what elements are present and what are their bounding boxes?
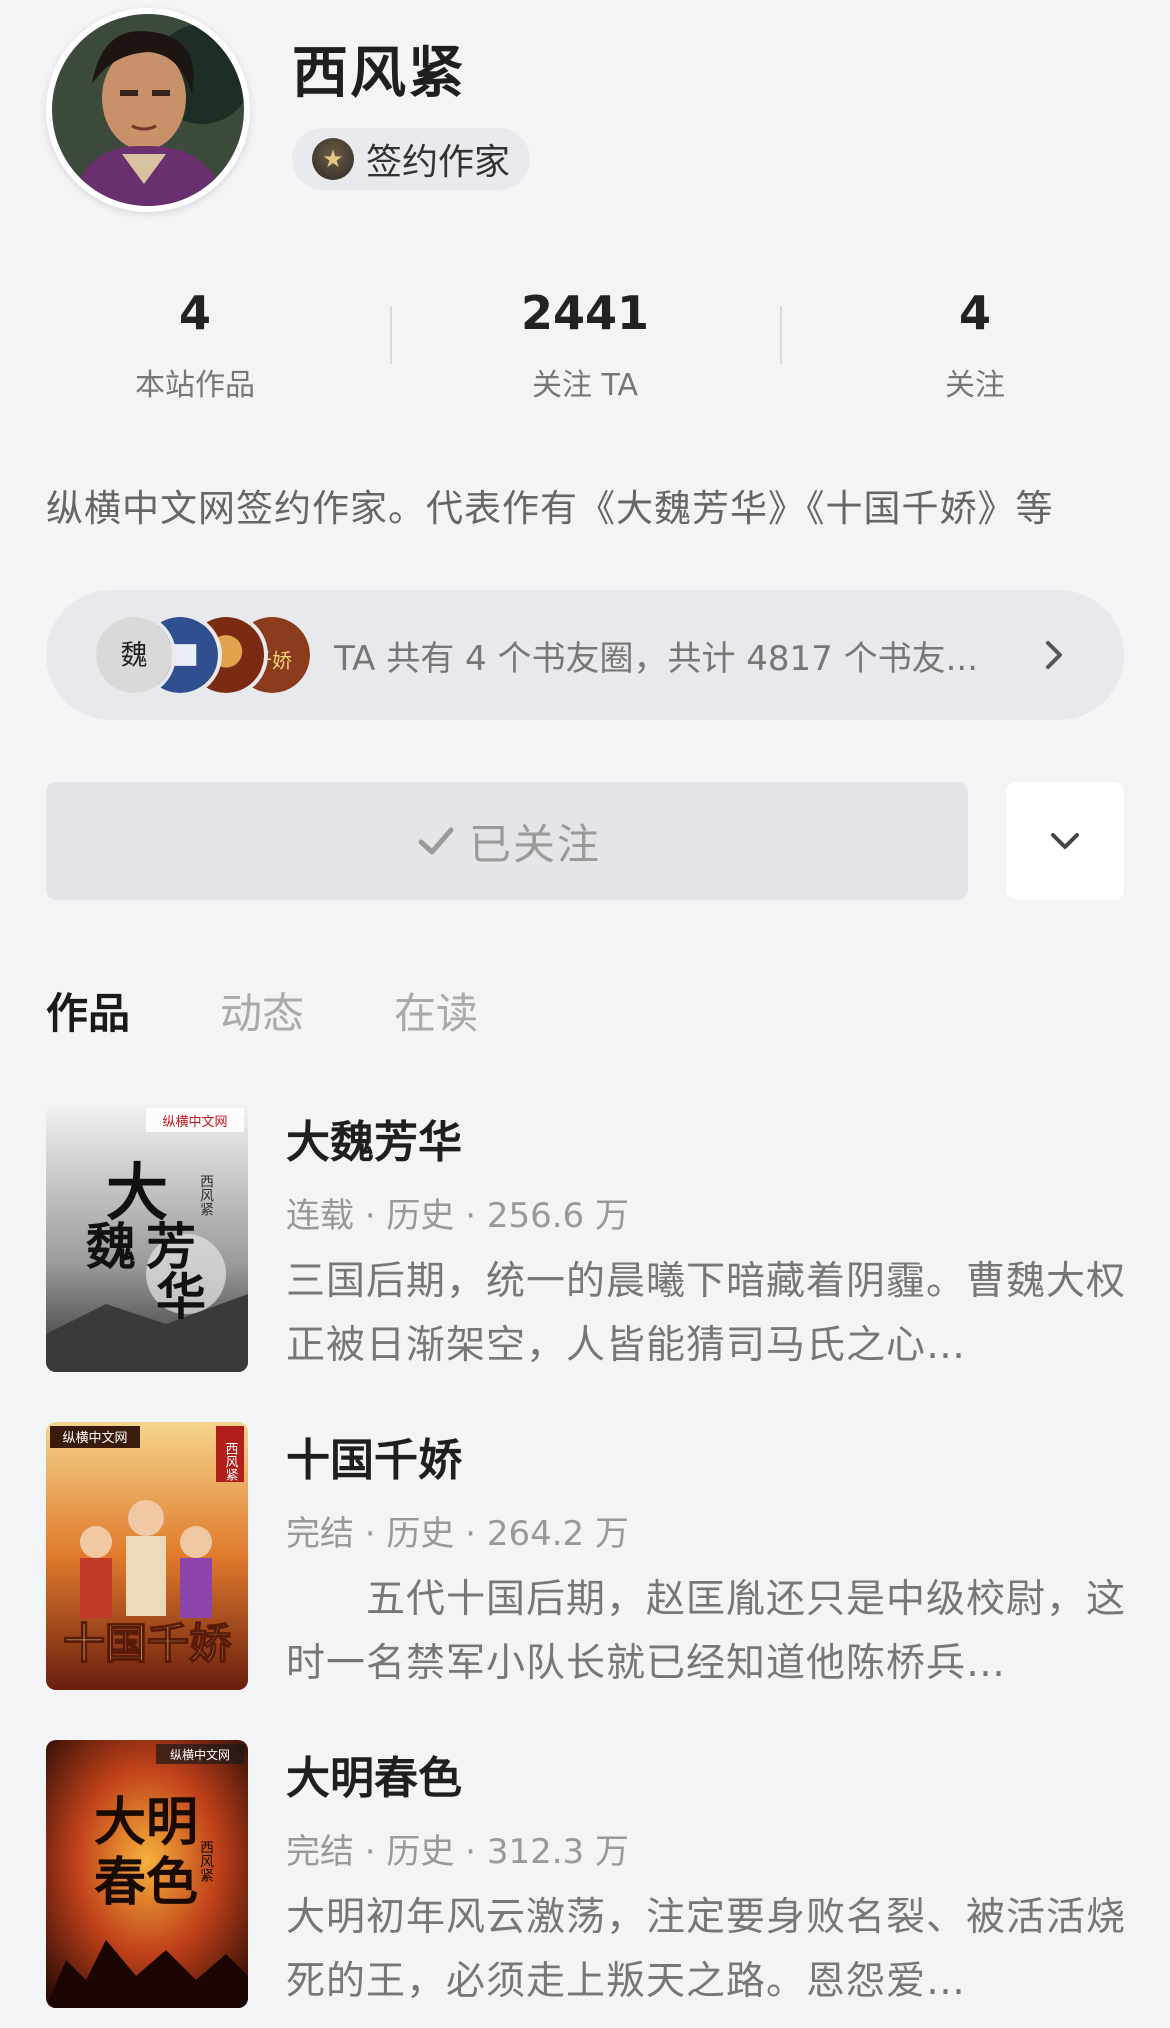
stat-works-value: 4 [178, 286, 211, 340]
followed-button[interactable]: 已关注 [46, 782, 968, 900]
author-avatar[interactable] [46, 8, 250, 212]
book-title[interactable]: 大魏芳华 [286, 1106, 462, 1170]
tab-reading[interactable]: 在读 [394, 980, 478, 1050]
stat-followers[interactable]: 2441 关注 TA [390, 282, 780, 412]
book-cover[interactable]: 纵横中文网 大明 春色 西风紧 [46, 1740, 248, 2008]
book-item[interactable]: 纵横中文网 大明 春色 西风紧 大明春色 完结 · 历史 · 312.3 万 大… [46, 1740, 1126, 2008]
stat-divider [390, 306, 392, 364]
stat-followers-value: 2441 [520, 286, 650, 340]
author-name: 西风紧 [292, 41, 466, 106]
book-description: 三国后期，统一的晨曦下暗藏着阴霾。曹魏大权正被日渐架空，人皆能猜司马氏之心… [286, 1259, 1126, 1368]
book-meta: 完结 · 历史 · 312.3 万 [286, 1832, 629, 1872]
circle-cover-stack: 魏 千娇 [92, 613, 314, 697]
stat-following-label: 关注 [945, 368, 1005, 403]
stat-works-label: 本站作品 [135, 368, 255, 403]
profile-tabs: 作品 动态 在读 [46, 980, 568, 1050]
tab-activity[interactable]: 动态 [220, 980, 304, 1050]
book-cover-image: 纵横中文网 大 魏 芳 华 西风紧 [46, 1104, 248, 1372]
author-profile-page: 西风紧 ★ 签约作家 4 本站作品 2441 关注 TA 4 关注 纵横中文网签… [0, 0, 1170, 2028]
stat-following[interactable]: 4 关注 [780, 282, 1170, 412]
book-circle-entry[interactable]: 魏 千娇 TA 共有 4 个书友圈，共计 4817 个书友... [46, 590, 1124, 720]
book-description: 大明初年风云激荡，注定要身败名裂、被活活烧死的王，必须走上叛天之路。恩怨爱… [286, 1895, 1126, 2004]
check-icon [418, 827, 454, 855]
book-item[interactable]: 纵横中文网 大 魏 芳 华 西风紧 大魏芳华 连载 · 历史 · 256.6 万… [46, 1104, 1126, 1372]
book-description: 五代十国后期，赵匡胤还只是中级校尉，这时一名禁军小队长就已经知道他陈桥兵… [286, 1577, 1126, 1686]
circle-cover-thumb: 魏 [92, 613, 176, 697]
cover-publisher: 纵横中文网 [170, 1747, 230, 1762]
followed-label: 已关注 [468, 819, 601, 869]
tab-works-label: 作品 [46, 989, 131, 1038]
book-cover[interactable]: 纵横中文网 大 魏 芳 华 西风紧 [46, 1104, 248, 1372]
svg-text:春色: 春色 [94, 1852, 198, 1913]
avatar-portrait-image [52, 14, 244, 206]
svg-text:十国千娇: 十国千娇 [63, 1619, 232, 1668]
cover-author: 西风紧 [198, 1840, 214, 1882]
svg-text:魏: 魏 [86, 1217, 136, 1276]
book-meta: 完结 · 历史 · 264.2 万 [286, 1514, 629, 1554]
book-cover-image: 纵横中文网 西风紧 十国千娇 [46, 1422, 248, 1690]
book-cover-image: 纵横中文网 大明 春色 西风紧 [46, 1740, 248, 2008]
book-circle-summary: TA 共有 4 个书友圈，共计 4817 个书友... [334, 638, 979, 679]
book-item[interactable]: 纵横中文网 西风紧 十国千娇 十国千娇 完结 · 历史 · 264.2 万 五代… [46, 1422, 1126, 1690]
tab-works[interactable]: 作品 [46, 980, 144, 1050]
author-bio: 纵横中文网签约作家。代表作有《大魏芳华》《十国千娇》等 [46, 487, 1054, 530]
book-meta: 连载 · 历史 · 256.6 万 [286, 1196, 629, 1236]
author-stats: 4 本站作品 2441 关注 TA 4 关注 [0, 282, 1170, 412]
book-cover[interactable]: 纵横中文网 西风紧 十国千娇 [46, 1422, 248, 1690]
stat-works[interactable]: 4 本站作品 [0, 282, 390, 412]
chevron-right-icon [1046, 641, 1062, 669]
signed-author-badge[interactable]: ★ 签约作家 [292, 128, 530, 190]
follow-options-button[interactable] [1006, 782, 1124, 900]
stat-followers-label: 关注 TA [531, 368, 639, 403]
tab-reading-label: 在读 [394, 989, 479, 1038]
star-medal-icon: ★ [312, 138, 354, 180]
badge-label: 签约作家 [366, 142, 511, 183]
stat-following-value: 4 [958, 286, 991, 340]
svg-text:魏: 魏 [120, 640, 147, 671]
chevron-down-icon [1051, 833, 1079, 849]
svg-text:大明: 大明 [94, 1792, 198, 1853]
book-title[interactable]: 大明春色 [286, 1742, 462, 1806]
book-title[interactable]: 十国千娇 [286, 1424, 462, 1488]
svg-text:华: 华 [156, 1267, 206, 1326]
tab-activity-label: 动态 [220, 989, 305, 1038]
cover-author: 西风紧 [198, 1174, 214, 1216]
cover-publisher: 纵横中文网 [62, 1431, 127, 1446]
cover-author: 西风紧 [223, 1442, 239, 1481]
stat-divider [780, 306, 782, 364]
cover-publisher: 纵横中文网 [162, 1115, 227, 1130]
